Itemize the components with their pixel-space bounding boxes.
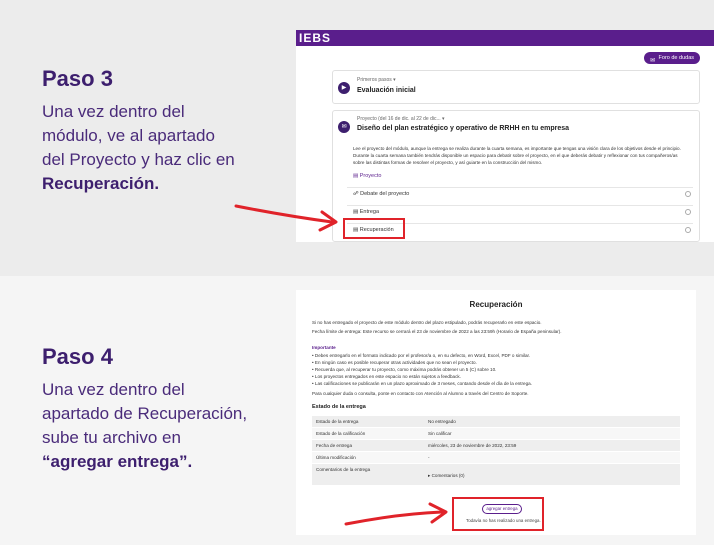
row-debate[interactable]: ☍ Debate del proyecto [347,187,693,199]
project-description: Lee el proyecto del módulo, aunque la en… [353,146,681,165]
play-icon: ▶ [338,82,350,94]
important-heading: Importante [312,345,336,350]
step4-line3: sube tu archivo en [42,428,181,447]
card1-title: Evaluación inicial [357,87,416,94]
table-row: Estado de la calificación Sin calificar [312,428,680,440]
highlight-box [343,218,405,239]
contact-text: Para cualquier duda o consulta, ponte en… [312,391,529,396]
table-row: Comentarios de la entrega ▸ Comentarios (… [312,464,680,486]
card1-meta: Primeros pasos ▾ [357,77,396,83]
assignment-icon: ▤ [353,209,360,215]
step3-text: Una vez dentro del módulo, ve al apartad… [42,100,282,196]
forum-button[interactable]: ✉ Foro de dudas [644,52,700,64]
step3-line4: Recuperación. [42,174,160,193]
completion-checkbox[interactable] [685,227,691,233]
pointer-arrow-icon [344,502,448,526]
card2-meta: Proyecto (del 16 de dic. al 22 de dic...… [357,116,445,122]
card2-title: Diseño del plan estratégico y operativo … [357,125,569,132]
bullet-3: • Recuerda que, al recuperar tu proyecto… [312,367,497,372]
bullet-1: • Debes entregarlo en el formato indicad… [312,353,531,358]
document-icon: ▤ [353,173,360,179]
step3-line2: módulo, ve al apartado [42,126,215,145]
bullet-2: • En ningún caso es posible recuperar ot… [312,360,477,365]
step3-line1: Una vez dentro del [42,102,185,121]
step3-line3: del Proyecto y haz clic en [42,150,235,169]
comments-toggle[interactable]: ▸ Comentarios (0) [424,470,680,482]
recuperacion-title: Recuperación [469,300,523,309]
envelope-icon: ✉ [338,121,350,133]
step3-panel: Paso 3 Una vez dentro del módulo, ve al … [0,0,714,276]
table-row: Estado de la entrega No entregado [312,416,680,428]
deadline-text: Fecha límite de entrega: Este recurso se… [312,329,562,334]
completion-checkbox[interactable] [685,191,691,197]
highlight-box [452,497,544,531]
chat-icon: ✉ [650,58,656,64]
step4-title: Paso 4 [42,344,113,369]
step4-text: Una vez dentro del apartado de Recuperac… [42,378,282,474]
step4-line2: apartado de Recuperación, [42,404,248,423]
pointer-arrow-icon [234,204,338,232]
forum-button-label: Foro de dudas [658,55,694,61]
bullet-4: • Los proyectos entregados en este espac… [312,374,461,379]
moodle-course-screenshot: IEBS ✉ Foro de dudas ▶ Primeros pasos ▾ … [296,30,714,242]
step4-line4: “agregar entrega”. [42,452,193,471]
step3-title: Paso 3 [42,66,113,91]
step4-line1: Una vez dentro del [42,380,185,399]
table-row: Última modificación - [312,452,680,464]
intro-text: Si no has entregado el proyecto de este … [312,320,542,325]
row-entrega[interactable]: ▤ Entrega [347,205,693,217]
primeros-pasos-card[interactable]: ▶ Primeros pasos ▾ Evaluación inicial [332,70,700,104]
submission-status-table: Estado de la entrega No entregado Estado … [312,416,680,486]
status-heading: Estado de la entrega [312,404,366,410]
bullet-5: • Las calificaciones se publicarán en un… [312,381,532,386]
logo: IEBS [296,30,714,46]
table-row: Fecha de entrega miércoles, 23 de noviemb… [312,440,680,452]
completion-checkbox[interactable] [685,209,691,215]
proyecto-link[interactable]: ▤ Proyecto [353,173,381,179]
